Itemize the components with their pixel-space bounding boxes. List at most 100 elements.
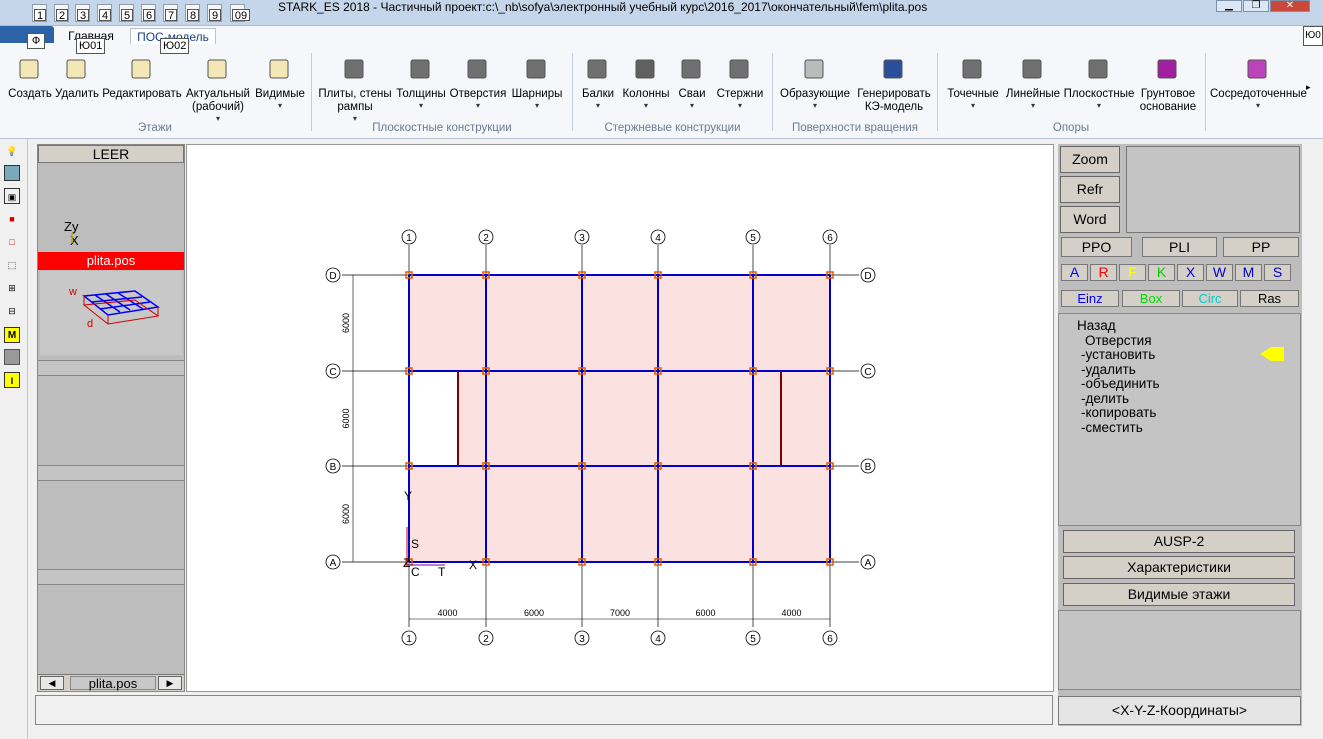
quick-access-3[interactable]: 3: [75, 4, 90, 22]
person-icon[interactable]: [4, 349, 20, 365]
nav-file-label: plita.pos: [70, 676, 156, 691]
ribbon-button-3[interactable]: Редактировать: [100, 54, 184, 101]
zoom-button[interactable]: Zoom: [1060, 146, 1120, 173]
quick-access-key: 8: [187, 9, 199, 22]
ribbon-button-7[interactable]: Толщины ▾: [392, 54, 450, 110]
refr-button[interactable]: Refr: [1060, 176, 1120, 203]
mode-ras[interactable]: Ras: [1240, 290, 1299, 307]
quick-access-7[interactable]: 7: [163, 4, 178, 22]
floor-thumbnail[interactable]: w d: [40, 271, 182, 355]
ribbon-button-19[interactable]: Грунтовое основание: [1136, 54, 1200, 114]
quick-access-8[interactable]: 8: [185, 4, 200, 22]
ribbon-button-8[interactable]: Отверстия ▾: [448, 54, 508, 110]
filter-s[interactable]: S: [1264, 264, 1291, 281]
quick-access-1[interactable]: 1: [32, 4, 47, 22]
ribbon-button-2[interactable]: Удалить: [52, 54, 102, 101]
quick-access-9[interactable]: 9: [207, 4, 222, 22]
mode-box[interactable]: Box: [1122, 290, 1180, 307]
close-button[interactable]: ✕: [1270, 0, 1310, 12]
prev-floor-button[interactable]: ◀: [40, 676, 64, 690]
xy-view-icon[interactable]: ■: [4, 211, 20, 227]
view-3d-icon[interactable]: ▣: [4, 188, 20, 204]
slab-icon: [340, 54, 370, 84]
leer-header[interactable]: LEER: [38, 145, 184, 163]
quick-access-5[interactable]: 5: [119, 4, 134, 22]
menu-item-7[interactable]: -копировать: [1081, 406, 1156, 420]
status-bar: [35, 695, 1053, 725]
axis-label: 4: [655, 634, 661, 645]
active-floor-file[interactable]: plita.pos: [38, 252, 184, 270]
quick-access-key: 6: [143, 9, 155, 22]
ribbon-button-label: Стержни: [716, 88, 764, 100]
ribbon-button-label: Балки: [581, 88, 615, 100]
quick-access-10[interactable]: 09: [230, 4, 250, 22]
filter-m[interactable]: M: [1235, 264, 1262, 281]
filter-r[interactable]: R: [1090, 264, 1117, 281]
tab-pli[interactable]: PLI: [1142, 237, 1217, 257]
coordinates-display[interactable]: <X-Y-Z-Координаты>: [1058, 696, 1301, 725]
info-box: [1058, 610, 1301, 690]
tab-pp[interactable]: PP: [1223, 237, 1299, 257]
quick-access-6[interactable]: 6: [141, 4, 156, 22]
ribbon-button-16[interactable]: Точечные ▾: [942, 54, 1004, 110]
characteristics-button[interactable]: Характеристики: [1063, 556, 1295, 579]
ribbon-button-15[interactable]: Генерировать КЭ-модель: [852, 54, 936, 114]
i-beam-icon[interactable]: I: [4, 372, 20, 388]
ribbon-button-label: Грунтовое основание: [1139, 88, 1197, 113]
visible-floors-button[interactable]: Видимые этажи: [1063, 583, 1295, 606]
ribbon-button-13[interactable]: Стержни ▾: [712, 54, 768, 110]
origin-label-t: T: [438, 565, 446, 579]
menu-item-4[interactable]: -удалить: [1081, 362, 1136, 377]
quick-access-2[interactable]: 2: [54, 4, 69, 22]
ribbon-button-17[interactable]: Линейные ▾: [1002, 54, 1064, 110]
tab-ppo[interactable]: PPO: [1061, 237, 1132, 257]
menu-item-2[interactable]: Отверстия: [1085, 333, 1152, 348]
menu-item-1[interactable]: Назад: [1077, 319, 1116, 333]
axis-label: 5: [750, 233, 756, 244]
grid-view-icon[interactable]: ⊞: [4, 280, 20, 296]
ribbon-button-4[interactable]: Актуальный (рабочий) ▾: [184, 54, 252, 123]
tab-home-keytip: Ю01: [76, 38, 106, 54]
menu-item-8[interactable]: -сместить: [1081, 420, 1143, 435]
restore-button[interactable]: ❐: [1243, 0, 1269, 12]
ribbon-button-6[interactable]: Плиты, стены рампы ▾: [316, 54, 394, 123]
ribbon-button-14[interactable]: Образующие ▾: [778, 54, 852, 110]
ribbon-button-9[interactable]: Шарниры ▾: [508, 54, 566, 110]
filter-w[interactable]: W: [1206, 264, 1233, 281]
svg-text:Zy: Zy: [64, 219, 79, 234]
origin-label-s: S: [411, 537, 419, 551]
axis-label: D: [864, 271, 871, 282]
mode-einz[interactable]: Einz: [1061, 290, 1119, 307]
menu-item-6[interactable]: -делить: [1081, 391, 1129, 406]
origin-label-x: X: [469, 558, 477, 572]
ribbon-button-12[interactable]: Сваи ▾: [675, 54, 709, 110]
ribbon-button-5[interactable]: Видимые ▾: [252, 54, 308, 110]
menu-item-3[interactable]: -установить: [1081, 348, 1155, 362]
word-button[interactable]: Word: [1060, 206, 1120, 233]
bulb-icon[interactable]: 💡: [4, 143, 20, 159]
database-icon[interactable]: [4, 165, 20, 181]
mode-circ[interactable]: Circ: [1182, 290, 1238, 307]
ribbon-button-18[interactable]: Плоскостные ▾: [1062, 54, 1136, 110]
filter-x[interactable]: X: [1177, 264, 1204, 281]
next-floor-button[interactable]: ▶: [158, 676, 182, 690]
quick-access-4[interactable]: 4: [97, 4, 112, 22]
menu-item-5[interactable]: -объединить: [1081, 377, 1160, 391]
floor-plan[interactable]: 1 1 2 2 3 3 4 4 5 5 6 6 D D C C B B A A 4000 6000 7000 6000 4000…: [187, 145, 1053, 691]
ribbon-scroll-right-icon[interactable]: ▸: [1306, 82, 1311, 93]
ribbon-button-1[interactable]: Создать: [4, 54, 56, 101]
ribbon-button-11[interactable]: Колонны ▾: [617, 54, 675, 110]
yz-view-icon[interactable]: □: [4, 234, 20, 250]
filter-k[interactable]: K: [1148, 264, 1175, 281]
ribbon-button-10[interactable]: Балки ▾: [578, 54, 618, 110]
xz-view-icon[interactable]: ⬚: [4, 257, 20, 273]
ausp-button[interactable]: AUSP-2: [1063, 530, 1295, 553]
filter-a[interactable]: A: [1061, 264, 1088, 281]
ribbon-button-label: Видимые: [255, 88, 305, 100]
m-icon[interactable]: M: [4, 327, 20, 343]
minimize-button[interactable]: ▁: [1216, 0, 1242, 12]
frame-view-icon[interactable]: ⊟: [4, 303, 20, 319]
filter-f[interactable]: F: [1119, 264, 1146, 281]
drawing-canvas[interactable]: 1 1 2 2 3 3 4 4 5 5 6 6 D D C C B B A A 4000 6000 7000 6000 4000…: [186, 144, 1054, 692]
ribbon-button-20[interactable]: Сосредоточенные ▾: [1210, 54, 1307, 110]
